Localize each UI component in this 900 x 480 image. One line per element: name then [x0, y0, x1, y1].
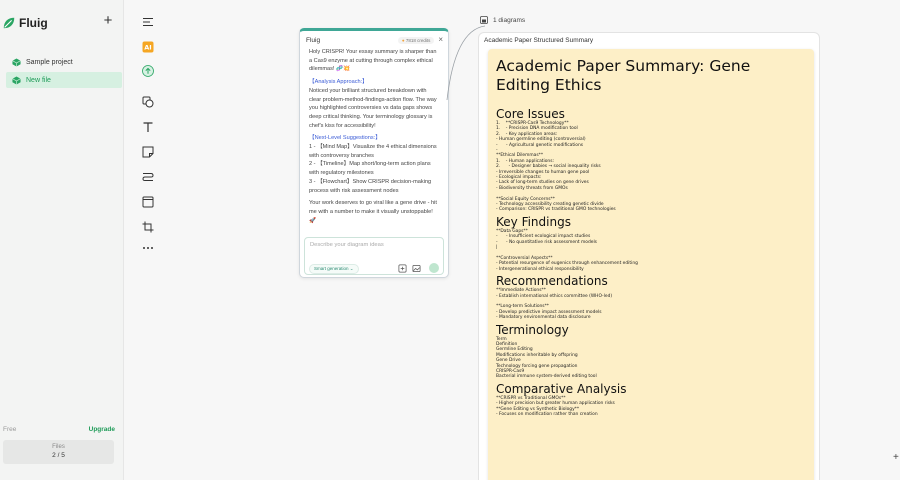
cube-icon: [12, 57, 21, 67]
close-chat-button[interactable]: ×: [438, 36, 443, 44]
section-line: - Focuses on modification rather than cr…: [496, 412, 598, 418]
message-paragraph: Holy CRISPR! Your essay summary is sharp…: [309, 49, 437, 73]
files-usage: Files 2 / 5: [3, 440, 114, 464]
menu-button[interactable]: [140, 14, 156, 30]
chat-header: Fluig ● 7818 credits ×: [306, 35, 443, 45]
section-heading: Comparative Analysis: [496, 381, 627, 396]
message-heading: 【Analysis Approach:】: [309, 79, 368, 86]
shapes-button[interactable]: [140, 94, 156, 110]
new-project-button[interactable]: +: [101, 13, 115, 28]
add-canvas-icon[interactable]: +: [893, 452, 899, 463]
chat-panel: Fluig ● 7818 credits × Holy CRISPR! Your…: [299, 28, 449, 278]
suggestion-item: 2 - 【Timeline】Map short/long-term action…: [309, 161, 431, 177]
message-paragraph: Noticed your brilliant structured breakd…: [309, 87, 437, 129]
diagram-card[interactable]: Academic Paper Structured Summary Academ…: [478, 32, 820, 480]
plan-label: Free: [3, 426, 17, 433]
project-label: Sample project: [26, 58, 73, 66]
files-count: 2 / 5: [52, 452, 65, 459]
suggestion-item: 1 - 【Mind Map】Visualize the 4 ethical di…: [309, 144, 437, 159]
frame-button[interactable]: [140, 194, 156, 210]
connector-button[interactable]: [140, 169, 156, 185]
more-icon: [143, 247, 153, 249]
sticky-note-icon: [142, 146, 154, 158]
plan-row: Free Upgrade: [3, 426, 115, 433]
credit-dot-icon: ●: [401, 37, 405, 43]
brand[interactable]: Fluig: [0, 14, 48, 32]
chat-title: Fluig: [306, 36, 321, 44]
menu-icon: [143, 17, 153, 27]
text-icon: [143, 122, 153, 132]
diagram-title: Academic Paper Structured Summary: [484, 37, 594, 44]
diagram-count: 1 diagrams: [493, 16, 526, 24]
message-heading: 【Next-Level Suggestions:】: [309, 135, 381, 142]
section-line: Bacterial immune system-derived editing …: [496, 374, 597, 380]
section-heading: Recommendations: [496, 274, 608, 289]
summary-document[interactable]: Academic Paper Summary: Gene Editing Eth…: [488, 49, 814, 480]
project-list: Sample project New file: [6, 54, 122, 90]
text-button[interactable]: [140, 119, 156, 135]
leaf-logo-icon: [3, 17, 15, 29]
chat-input[interactable]: Describe your diagram ideas Smart genera…: [304, 237, 444, 275]
project-label: New file: [26, 76, 51, 84]
chat-message: Holy CRISPR! Your essay summary is sharp…: [309, 48, 438, 225]
section-heading: Key Findings: [496, 214, 571, 229]
attach-icon[interactable]: [398, 264, 407, 273]
ai-icon: AI: [142, 41, 154, 53]
shapes-icon: [142, 96, 154, 108]
section-line: - Intergenerational ethical responsibili…: [496, 266, 584, 272]
sidebar: Fluig + Sample project New file Free Upg…: [0, 0, 124, 480]
svg-text:AI: AI: [144, 44, 151, 52]
section-line: - Mandatory environmental data disclosur…: [496, 315, 591, 321]
mode-select[interactable]: Smart generation ⌄: [309, 264, 359, 274]
suggestion-item: 3 - 【Flowchart】Show CRISPR decision-maki…: [309, 178, 432, 194]
section-heading: Terminology: [496, 322, 569, 337]
credits-value: 7818 credits: [405, 37, 431, 43]
sticky-note-button[interactable]: [140, 144, 156, 160]
connector-icon: [142, 173, 154, 181]
crop-button[interactable]: [140, 219, 156, 235]
document-title: Academic Paper Summary: Gene Editing Eth…: [496, 57, 751, 94]
upload-button[interactable]: [140, 63, 156, 79]
diagram-icon: [480, 16, 488, 24]
frame-icon: [142, 196, 154, 208]
more-button[interactable]: [140, 240, 156, 256]
section-heading: Core Issues: [496, 107, 565, 121]
image-icon[interactable]: [412, 264, 421, 273]
crop-icon: [142, 221, 154, 233]
mode-label: Smart generation: [314, 266, 349, 271]
send-button[interactable]: [429, 263, 439, 273]
project-item-new-file[interactable]: New file: [6, 72, 122, 88]
credits-badge: ● 7818 credits: [397, 36, 435, 44]
chat-input-placeholder: Describe your diagram ideas: [310, 242, 384, 248]
document-content: Academic Paper Summary: Gene Editing Eth…: [496, 57, 806, 417]
files-label: Files: [52, 444, 65, 450]
chevron-down-icon: ⌄: [349, 266, 354, 271]
section-line: - Comparison: CRISPR vs traditional GMO …: [496, 207, 616, 213]
project-item-sample[interactable]: Sample project: [6, 54, 122, 70]
diagram-count-tab[interactable]: 1 diagrams: [480, 15, 525, 25]
message-paragraph: Your work deserves to go viral like a ge…: [309, 200, 437, 224]
app-name: Fluig: [19, 16, 48, 30]
upload-icon: [142, 65, 154, 77]
upgrade-link[interactable]: Upgrade: [89, 426, 115, 433]
cube-icon: [12, 75, 21, 85]
ai-button[interactable]: AI: [140, 39, 156, 55]
